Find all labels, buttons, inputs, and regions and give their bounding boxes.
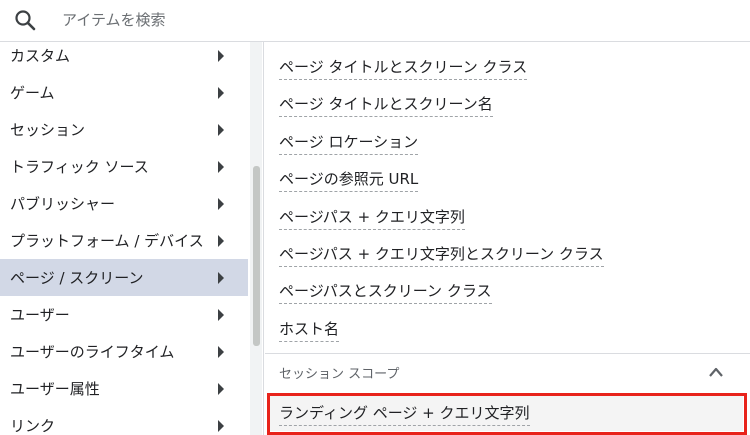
category-label: プラットフォーム / デバイス: [10, 232, 204, 250]
section-title: セッション スコープ: [279, 367, 400, 382]
dimension-item[interactable]: ページ タイトルとスクリーン名: [279, 93, 493, 117]
dimension-item[interactable]: ページ ロケーション: [279, 131, 419, 155]
dimension-item[interactable]: ホスト名: [279, 318, 340, 342]
category-item-session[interactable]: セッション: [0, 111, 248, 148]
session-scope-header[interactable]: セッション スコープ: [265, 354, 750, 390]
category-item-traffic-source[interactable]: トラフィック ソース: [0, 148, 248, 185]
dimension-item[interactable]: ページパスとスクリーン クラス: [279, 280, 492, 304]
dimension-item[interactable]: ページの参照元 URL: [279, 168, 419, 192]
chevron-right-icon: [218, 308, 224, 321]
category-item-publisher[interactable]: パブリッシャー: [0, 185, 248, 222]
chevron-right-icon: [218, 49, 224, 62]
dimension-item[interactable]: ページ タイトルとスクリーン クラス: [279, 56, 528, 80]
chevron-right-icon: [218, 160, 224, 173]
chevron-right-icon: [218, 234, 224, 247]
category-label: トラフィック ソース: [10, 158, 149, 176]
category-item-user-attributes[interactable]: ユーザー属性: [0, 370, 248, 407]
category-item-platform-device[interactable]: プラットフォーム / デバイス: [0, 222, 248, 259]
category-item-user[interactable]: ユーザー: [0, 296, 248, 333]
chevron-right-icon: [218, 86, 224, 99]
category-item-user-lifetime[interactable]: ユーザーのライフタイム: [0, 333, 248, 370]
category-label: ユーザー: [10, 306, 70, 324]
category-label: ページ / スクリーン: [10, 269, 144, 287]
search-bar: [0, 0, 750, 42]
category-item-page-screen[interactable]: ページ / スクリーン: [0, 259, 248, 296]
category-label: セッション: [10, 121, 86, 139]
chevron-up-icon[interactable]: [708, 366, 724, 378]
dimension-list: ページ タイトルとスクリーン クラス ページ タイトルとスクリーン名 ページ ロ…: [265, 42, 750, 435]
category-label: パブリッシャー: [10, 195, 116, 213]
chevron-right-icon: [218, 123, 224, 136]
chevron-right-icon: [218, 345, 224, 358]
dimension-item[interactable]: ページパス + クエリ文字列とスクリーン クラス: [279, 243, 604, 267]
scrollbar-thumb[interactable]: [253, 166, 260, 346]
chevron-right-icon: [218, 382, 224, 395]
category-list: カスタム ゲーム セッション トラフィック ソース パブリッシャー プラットフォ…: [0, 42, 264, 435]
dimension-item[interactable]: ページパス + クエリ文字列: [279, 206, 465, 230]
search-icon: [15, 10, 36, 31]
chevron-right-icon: [218, 197, 224, 210]
chevron-right-icon: [218, 419, 224, 432]
search-input[interactable]: [62, 8, 722, 32]
dimension-item-landing-page[interactable]: ランディング ページ + クエリ文字列: [279, 402, 530, 426]
category-label: ユーザーのライフタイム: [10, 343, 175, 361]
category-item-game[interactable]: ゲーム: [0, 74, 248, 111]
category-label: カスタム: [10, 47, 71, 65]
dimension-picker: カスタム ゲーム セッション トラフィック ソース パブリッシャー プラットフォ…: [0, 0, 750, 435]
chevron-right-icon: [218, 271, 224, 284]
category-item-custom[interactable]: カスタム: [0, 42, 248, 74]
category-item-link[interactable]: リンク: [0, 407, 248, 435]
category-label: ゲーム: [10, 84, 55, 102]
category-label: リンク: [10, 417, 56, 435]
category-label: ユーザー属性: [10, 380, 100, 398]
